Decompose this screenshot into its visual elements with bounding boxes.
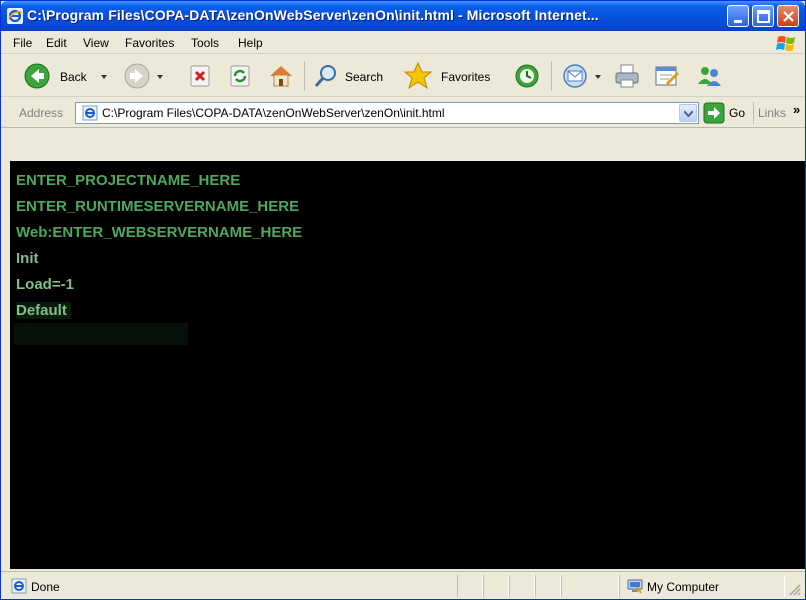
- chevron-down-icon[interactable]: [595, 75, 601, 79]
- address-input[interactable]: C:\Program Files\COPA-DATA\zenOnWebServe…: [75, 102, 699, 124]
- messenger-button[interactable]: [695, 61, 725, 91]
- status-bar: Done My Computer: [1, 571, 805, 599]
- address-bar: Address C:\Program Files\COPA-DATA\zenOn…: [1, 98, 805, 128]
- minimize-button[interactable]: [727, 5, 749, 27]
- messenger-icon: [698, 67, 721, 86]
- ie-page-icon: [11, 578, 27, 594]
- page-content: ENTER_PROJECTNAME_HERE ENTER_RUNTIMESERV…: [10, 161, 805, 569]
- links-label[interactable]: Links: [758, 106, 786, 120]
- home-icon: [270, 66, 292, 87]
- status-pane: [457, 575, 483, 597]
- forward-button[interactable]: [123, 61, 163, 91]
- status-text: Done: [31, 580, 60, 594]
- chevron-down-icon: [684, 110, 693, 117]
- maximize-icon: [757, 10, 770, 23]
- content-line-project: ENTER_PROJECTNAME_HERE: [16, 172, 241, 189]
- address-value: C:\Program Files\COPA-DATA\zenOnWebServe…: [102, 106, 445, 120]
- menu-file[interactable]: File: [13, 36, 32, 50]
- chevron-down-icon[interactable]: [157, 75, 163, 79]
- printer-icon: [615, 64, 639, 88]
- standard-toolbar: Back Search Favorites: [1, 55, 805, 97]
- links-separator: [753, 102, 754, 124]
- mail-button[interactable]: [561, 61, 605, 91]
- content-line-init: Init: [16, 250, 39, 267]
- back-button[interactable]: Back: [23, 61, 113, 91]
- go-arrow-icon: [703, 102, 725, 124]
- content-highlight-block: [14, 323, 188, 345]
- menu-tools[interactable]: Tools: [191, 36, 219, 50]
- address-dropdown-button[interactable]: [679, 104, 697, 122]
- chevron-right-icon[interactable]: »: [793, 102, 800, 117]
- ie-icon: [7, 8, 23, 24]
- content-line-load: Load=-1: [16, 276, 74, 293]
- toolbar-separator: [551, 61, 552, 91]
- edit-button[interactable]: [653, 61, 683, 91]
- history-icon: [515, 64, 539, 88]
- resize-grip-icon[interactable]: [787, 582, 801, 596]
- go-button[interactable]: [703, 102, 725, 124]
- refresh-icon: [230, 65, 250, 87]
- page-icon: [82, 105, 98, 121]
- maximize-button[interactable]: [752, 5, 774, 27]
- address-label: Address: [19, 106, 64, 120]
- toolbar-separator: [304, 61, 305, 91]
- menu-view[interactable]: View: [83, 36, 109, 50]
- favorites-label: Favorites: [441, 70, 491, 84]
- my-computer-icon: [627, 579, 643, 594]
- menu-help[interactable]: Help: [238, 36, 263, 50]
- menu-favorites[interactable]: Favorites: [125, 36, 174, 50]
- edit-document-icon: [655, 66, 680, 86]
- stop-button[interactable]: [189, 61, 213, 91]
- minimize-icon: [734, 20, 742, 23]
- search-label: Search: [345, 70, 384, 84]
- stop-icon: [190, 65, 210, 87]
- status-pane: [535, 575, 561, 597]
- star-icon: [403, 61, 433, 90]
- title-bar[interactable]: C:\Program Files\COPA-DATA\zenOnWebServe…: [1, 1, 805, 31]
- content-line-default: Default: [16, 302, 71, 319]
- browser-window: C:\Program Files\COPA-DATA\zenOnWebServe…: [0, 0, 806, 600]
- home-button[interactable]: [267, 61, 295, 91]
- close-button[interactable]: [777, 5, 799, 27]
- search-icon: [314, 65, 336, 87]
- back-label: Back: [60, 70, 87, 84]
- status-zone: My Computer: [647, 580, 720, 594]
- refresh-button[interactable]: [229, 61, 253, 91]
- history-button[interactable]: [513, 61, 543, 91]
- go-label[interactable]: Go: [729, 106, 745, 120]
- status-pane: [483, 575, 509, 597]
- print-button[interactable]: [613, 61, 643, 91]
- menu-bar: File Edit View Favorites Tools Help: [1, 31, 805, 54]
- status-pane: [561, 575, 619, 597]
- favorites-button[interactable]: Favorites: [403, 61, 503, 91]
- search-button[interactable]: Search: [313, 61, 395, 91]
- close-icon: [783, 11, 794, 22]
- menu-edit[interactable]: Edit: [46, 36, 67, 50]
- window-title: C:\Program Files\COPA-DATA\zenOnWebServe…: [27, 7, 599, 23]
- mail-icon: [563, 64, 587, 88]
- status-pane: [509, 575, 535, 597]
- back-arrow-icon: [24, 63, 50, 89]
- content-line-runtime-server: ENTER_RUNTIMESERVERNAME_HERE: [16, 198, 300, 215]
- chevron-down-icon[interactable]: [101, 75, 107, 79]
- windows-logo-icon: [776, 36, 795, 51]
- forward-arrow-icon: [124, 63, 150, 89]
- content-line-web-server: Web:ENTER_WEBSERVERNAME_HERE: [16, 224, 303, 241]
